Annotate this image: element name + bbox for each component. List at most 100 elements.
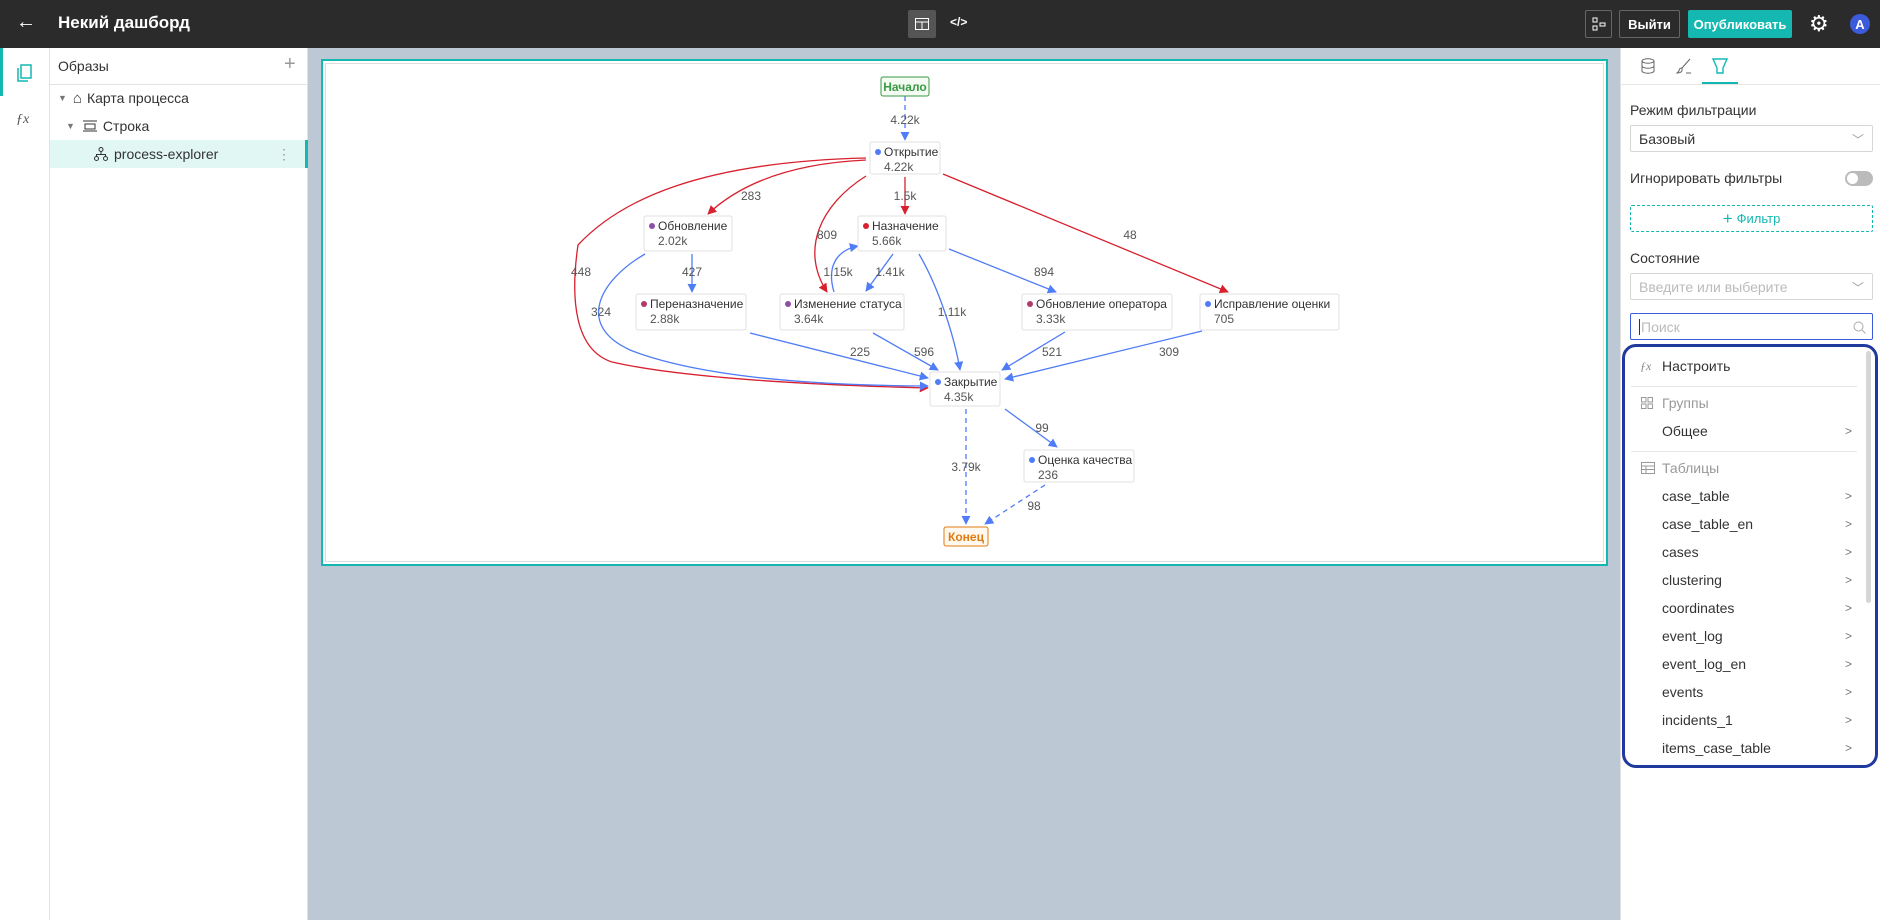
- item-label: events: [1662, 684, 1704, 700]
- chevron-right-icon: >: [1844, 573, 1852, 587]
- section-label: Группы: [1662, 395, 1709, 411]
- end-node[interactable]: Конец: [943, 526, 989, 547]
- node-status-dot: [649, 223, 655, 229]
- divider: [1631, 386, 1857, 387]
- node-name: Открытие: [884, 145, 939, 159]
- plus-icon: +: [1722, 208, 1733, 228]
- table-item[interactable]: case_table >: [1625, 483, 1860, 509]
- chevron-right-icon: >: [1844, 657, 1852, 671]
- node-open[interactable]: Открытие4.22k: [869, 141, 941, 175]
- svg-text:Начало: Начало: [883, 80, 926, 94]
- code-view-icon[interactable]: </>: [950, 15, 967, 29]
- chevron-right-icon: >: [1844, 713, 1852, 727]
- tables-header: Таблицы: [1625, 455, 1860, 481]
- table-item[interactable]: events >: [1625, 679, 1860, 705]
- caret-down-icon[interactable]: ▼: [58, 93, 67, 103]
- edge-label: 48: [1123, 228, 1137, 242]
- formula-icon[interactable]: ƒx: [16, 112, 29, 128]
- edge-reassign-close[interactable]: [749, 332, 929, 381]
- filter-icon[interactable]: [1712, 58, 1728, 74]
- edge-label: 225: [850, 345, 870, 359]
- node-fix[interactable]: Исправление оценки705: [1199, 293, 1340, 331]
- customize-item[interactable]: ƒx Настроить: [1625, 353, 1860, 379]
- images-icon[interactable]: [17, 64, 33, 82]
- tree-item-label: Строка: [102, 118, 150, 134]
- search-input[interactable]: Поиск: [1630, 313, 1873, 340]
- database-icon[interactable]: [1640, 58, 1656, 74]
- table-item[interactable]: incidents_1 >: [1625, 707, 1860, 733]
- layout-view-button[interactable]: [908, 10, 936, 38]
- edge-label: 324: [591, 305, 611, 319]
- item-label: Общее: [1662, 423, 1708, 439]
- group-item[interactable]: Общее >: [1625, 418, 1860, 444]
- state-select[interactable]: Введите или выберите ﹀: [1630, 273, 1873, 300]
- ignore-filters-toggle[interactable]: [1845, 171, 1873, 186]
- table-item[interactable]: event_log >: [1625, 623, 1860, 649]
- chevron-down-icon: ﹀: [1851, 281, 1864, 295]
- svg-text:Конец: Конец: [948, 530, 985, 544]
- edge-label: 894: [1034, 265, 1054, 279]
- ignore-filters-label: Игнорировать фильтры: [1630, 170, 1783, 186]
- avatar[interactable]: A: [1850, 14, 1870, 34]
- node-close[interactable]: Закрытие4.35k: [929, 371, 1001, 407]
- node-name: Исправление оценки: [1214, 297, 1330, 311]
- filter-mode-select[interactable]: Базовый ﹀: [1630, 125, 1873, 152]
- add-filter-button[interactable]: + Фильтр: [1630, 205, 1873, 232]
- item-label: case_table: [1662, 488, 1730, 504]
- edge-close-qa[interactable]: [1004, 408, 1058, 448]
- table-item[interactable]: clustering >: [1625, 567, 1860, 593]
- edge-label: 309: [1159, 345, 1179, 359]
- node-assign[interactable]: Назначение5.66k: [857, 215, 947, 252]
- tree-item-process-explorer[interactable]: process-explorer ⋮: [50, 140, 308, 168]
- search-icon: [1853, 321, 1866, 334]
- table-item[interactable]: items_case_table >: [1625, 735, 1860, 761]
- tree-item-process-map[interactable]: ▼ ⌂ Карта процесса: [50, 84, 308, 112]
- edge-label: 809: [817, 228, 837, 242]
- item-label: cases: [1662, 544, 1699, 560]
- node-status-dot: [1027, 301, 1033, 307]
- start-node[interactable]: Начало: [880, 76, 930, 97]
- images-panel: Образы + ▼ ⌂ Карта процесса ▼ Строка pro…: [50, 48, 308, 920]
- table-item[interactable]: event_log_en >: [1625, 651, 1860, 677]
- node-name: Обновление оператора: [1036, 297, 1167, 311]
- home-icon: ⌂: [72, 89, 82, 107]
- edge-label: 4.22k: [890, 113, 920, 127]
- node-count: 4.35k: [944, 390, 974, 404]
- structure-button[interactable]: [1585, 10, 1612, 38]
- edge-open-upd[interactable]: [707, 159, 867, 215]
- node-count: 3.64k: [794, 312, 824, 326]
- brush-icon[interactable]: [1676, 58, 1692, 74]
- back-arrow-icon[interactable]: ←: [16, 11, 36, 34]
- node-reassign[interactable]: Переназначение2.88k: [635, 293, 747, 331]
- item-label: clustering: [1662, 572, 1722, 588]
- node-status[interactable]: Изменение статуса3.64k: [779, 293, 905, 331]
- tree-item-row[interactable]: ▼ Строка: [50, 112, 308, 140]
- tree-item-label: process-explorer: [114, 146, 219, 162]
- scrollbar[interactable]: [1866, 351, 1871, 603]
- table-item[interactable]: coordinates >: [1625, 595, 1860, 621]
- item-label: incidents_1: [1662, 712, 1733, 728]
- table-item[interactable]: cases >: [1625, 539, 1860, 565]
- node-count: 4.22k: [884, 160, 914, 174]
- divider: [1621, 84, 1880, 85]
- edge-open-fix[interactable]: [942, 173, 1229, 294]
- field-picker-dropdown: ƒx Настроить Группы Общее > Таблицы case_t…: [1622, 344, 1878, 768]
- logout-button[interactable]: Выйти: [1619, 10, 1680, 38]
- add-icon[interactable]: +: [284, 53, 296, 76]
- table-item[interactable]: case_table_en >: [1625, 511, 1860, 537]
- node-opupd[interactable]: Обновление оператора3.33k: [1021, 293, 1173, 331]
- node-name: Оценка качества: [1038, 453, 1132, 467]
- divider: [1631, 451, 1857, 452]
- node-upd[interactable]: Обновление2.02k: [643, 215, 733, 252]
- item-label: case_table_en: [1662, 516, 1754, 532]
- node-qa[interactable]: Оценка качества236: [1023, 449, 1135, 483]
- node-count: 3.33k: [1036, 312, 1066, 326]
- gear-icon[interactable]: ⚙: [1809, 11, 1829, 37]
- more-icon[interactable]: ⋮: [277, 146, 291, 163]
- chevron-right-icon: >: [1844, 629, 1852, 643]
- node-count: 705: [1214, 312, 1234, 326]
- process-icon: [94, 147, 108, 161]
- chevron-right-icon: >: [1844, 685, 1852, 699]
- caret-down-icon[interactable]: ▼: [66, 121, 75, 131]
- publish-button[interactable]: Опубликовать: [1688, 10, 1792, 38]
